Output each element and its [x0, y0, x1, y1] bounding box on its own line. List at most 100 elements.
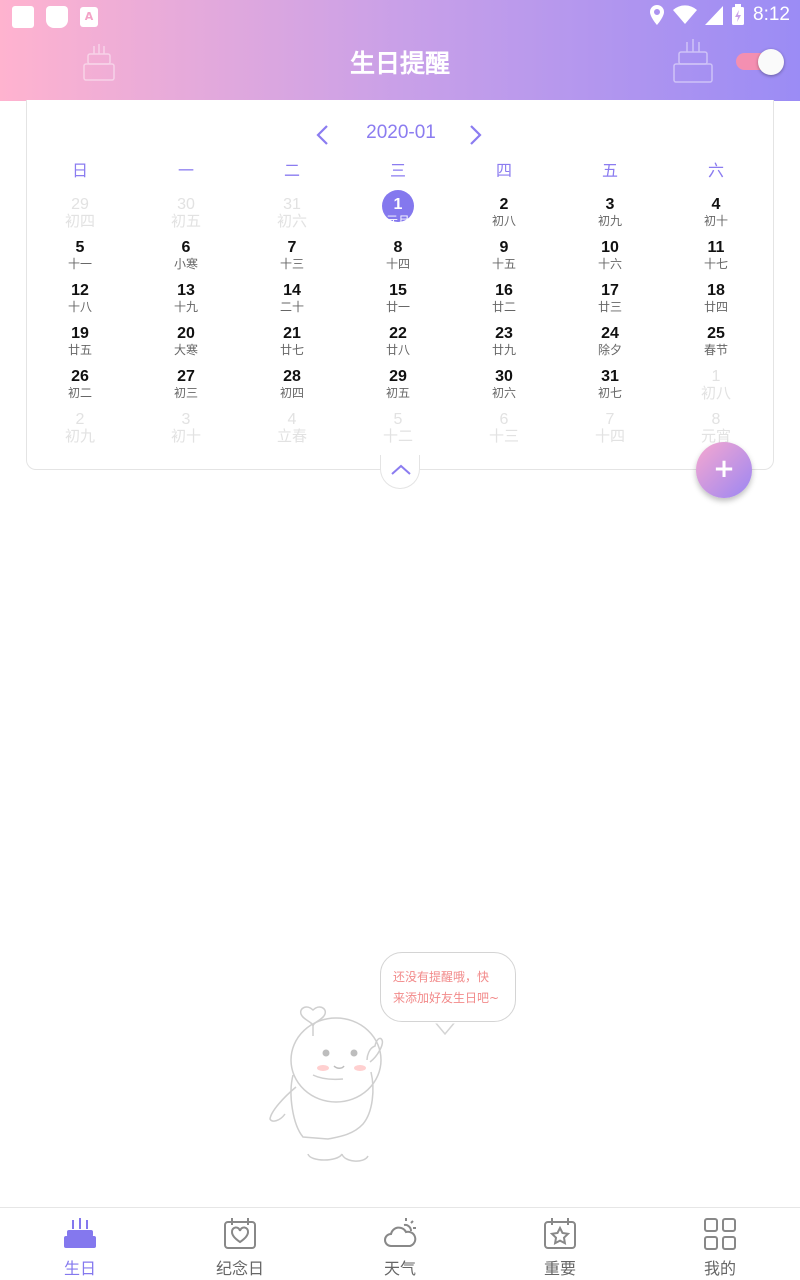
calendar-day[interactable]: 10 十六	[557, 239, 663, 282]
lunar-date: 十二	[382, 427, 413, 445]
signal-icon	[705, 6, 724, 25]
calendar-day[interactable]: 11 十七	[663, 239, 769, 282]
collapse-calendar-button[interactable]	[380, 455, 420, 489]
calendar-day[interactable]: 15 廿一	[345, 282, 451, 325]
lunar-date: 初二	[67, 386, 92, 400]
lunar-date: 初八	[491, 214, 516, 228]
day-number: 30	[495, 368, 513, 385]
calendar-day[interactable]: 1 初八	[663, 368, 769, 411]
calendar-day[interactable]: 28 初四	[239, 368, 345, 411]
bubble-tail	[434, 1022, 456, 1036]
calendar-day[interactable]: 30 初五	[133, 196, 239, 239]
weekday-header: 日 一 二 三 四 五 六	[27, 157, 775, 181]
calendar-day[interactable]: 29 初四	[27, 196, 133, 239]
lunar-date: 廿二	[491, 300, 516, 314]
reminder-toggle[interactable]	[736, 49, 784, 75]
add-reminder-button[interactable]: +	[696, 442, 752, 498]
calendar-day[interactable]: 8 十四	[345, 239, 451, 282]
tab-label: 我的	[703, 1259, 736, 1278]
calendar-day[interactable]: 23 廿九	[451, 325, 557, 368]
lunar-date: 初九	[64, 427, 95, 445]
lunar-date: 十七	[703, 257, 728, 271]
lunar-date: 初五	[385, 386, 410, 400]
calendar-day[interactable]: 22 廿八	[345, 325, 451, 368]
lunar-date: 初九	[597, 214, 622, 228]
lunar-date: 立春	[276, 427, 307, 445]
lunar-date: 初八	[700, 384, 731, 402]
chevron-right-icon[interactable]	[461, 122, 487, 148]
calendar-day[interactable]: 3 初十	[133, 411, 239, 454]
day-number: 8	[393, 239, 403, 256]
weekday-label: 一	[177, 161, 194, 180]
calendar-day[interactable]: 29 初五	[345, 368, 451, 411]
calendar-day[interactable]: 7 十四	[557, 411, 663, 454]
lunar-date: 春节	[703, 343, 728, 357]
lunar-date: 廿九	[491, 343, 516, 357]
calendar-day[interactable]: 19 廿五	[27, 325, 133, 368]
lunar-date: 初四	[64, 212, 95, 230]
calendar-day[interactable]: 21 廿七	[239, 325, 345, 368]
calendar-day[interactable]: 9 十五	[451, 239, 557, 282]
calendar-day[interactable]: 20 大寒	[133, 325, 239, 368]
calendar-day[interactable]: 18 廿四	[663, 282, 769, 325]
calendar-week-row: 19 廿五 20 大寒 21 廿七 22 廿八 23 廿九 24 除夕 25 春节	[27, 325, 775, 368]
calendar-day[interactable]: 14 二十	[239, 282, 345, 325]
day-number: 19	[71, 325, 89, 342]
lunar-date: 十六	[597, 257, 622, 271]
calendar-day[interactable]: 6 小寒	[133, 239, 239, 282]
tab-important[interactable]: 重要	[480, 1208, 640, 1280]
empty-message-line2: 来添加好友生日吧~	[393, 991, 500, 1005]
month-label: 2020-01	[366, 122, 436, 143]
day-number: 24	[601, 325, 619, 342]
day-number: 9	[499, 239, 509, 256]
day-number: 15	[389, 282, 407, 299]
day-number: 31	[601, 368, 619, 385]
status-time: 8:12	[753, 4, 790, 25]
calendar-day[interactable]: 7 十三	[239, 239, 345, 282]
calendar-day[interactable]: 6 十三	[451, 411, 557, 454]
calendar-day[interactable]: 31 初六	[239, 196, 345, 239]
calendar-day[interactable]: 31 初七	[557, 368, 663, 411]
lunar-date: 廿三	[597, 300, 622, 314]
day-number: 26	[71, 368, 89, 385]
calendar-day[interactable]: 16 廿二	[451, 282, 557, 325]
day-number: 2	[499, 196, 509, 213]
lunar-date: 二十	[279, 300, 304, 314]
lunar-date: 初五	[170, 212, 201, 230]
lunar-date: 十五	[491, 257, 516, 271]
weekday-label: 三	[389, 161, 406, 180]
calendar-day[interactable]: 4 立春	[239, 411, 345, 454]
calendar-day[interactable]: 2 初八	[451, 196, 557, 239]
calendar-day[interactable]: 5 十二	[345, 411, 451, 454]
tab-label: 重要	[543, 1259, 576, 1278]
tab-mine[interactable]: 我的	[640, 1208, 800, 1280]
calendar-card: 2020-01 日 一 二 三 四 五 六 29 初四 30 初五 31 初六 1 元旦 2 初八…	[26, 100, 774, 470]
day-number: 20	[177, 325, 195, 342]
tab-label: 纪念日	[215, 1259, 264, 1278]
lunar-date: 十八	[67, 300, 92, 314]
chevron-left-icon[interactable]	[311, 122, 337, 148]
calendar-day[interactable]: 13 十九	[133, 282, 239, 325]
day-number: 6	[181, 239, 191, 256]
tab-birthday[interactable]: 生日	[0, 1208, 160, 1280]
empty-state: 还没有提醒哦，快 来添加好友生日吧~	[268, 950, 518, 1170]
calendar-day[interactable]: 30 初六	[451, 368, 557, 411]
calendar-day[interactable]: 4 初十	[663, 196, 769, 239]
calendar-day[interactable]: 27 初三	[133, 368, 239, 411]
calendar-day[interactable]: 3 初九	[557, 196, 663, 239]
calendar-day[interactable]: 2 初九	[27, 411, 133, 454]
notification-icon: A	[80, 7, 98, 27]
lunar-date: 廿五	[67, 343, 92, 357]
calendar-day[interactable]: 12 十八	[27, 282, 133, 325]
tab-weather[interactable]: 天气	[320, 1208, 480, 1280]
day-number: 4	[711, 196, 721, 213]
day-number: 12	[71, 282, 89, 299]
calendar-day[interactable]: 26 初二	[27, 368, 133, 411]
calendar-day[interactable]: 24 除夕	[557, 325, 663, 368]
tab-anniversary[interactable]: 纪念日	[160, 1208, 320, 1280]
calendar-day[interactable]: 17 廿三	[557, 282, 663, 325]
calendar-day[interactable]: 5 十一	[27, 239, 133, 282]
calendar-day[interactable]: 25 春节	[663, 325, 769, 368]
lunar-date: 十三	[279, 257, 304, 271]
calendar-day-selected[interactable]: 1 元旦	[345, 190, 451, 239]
